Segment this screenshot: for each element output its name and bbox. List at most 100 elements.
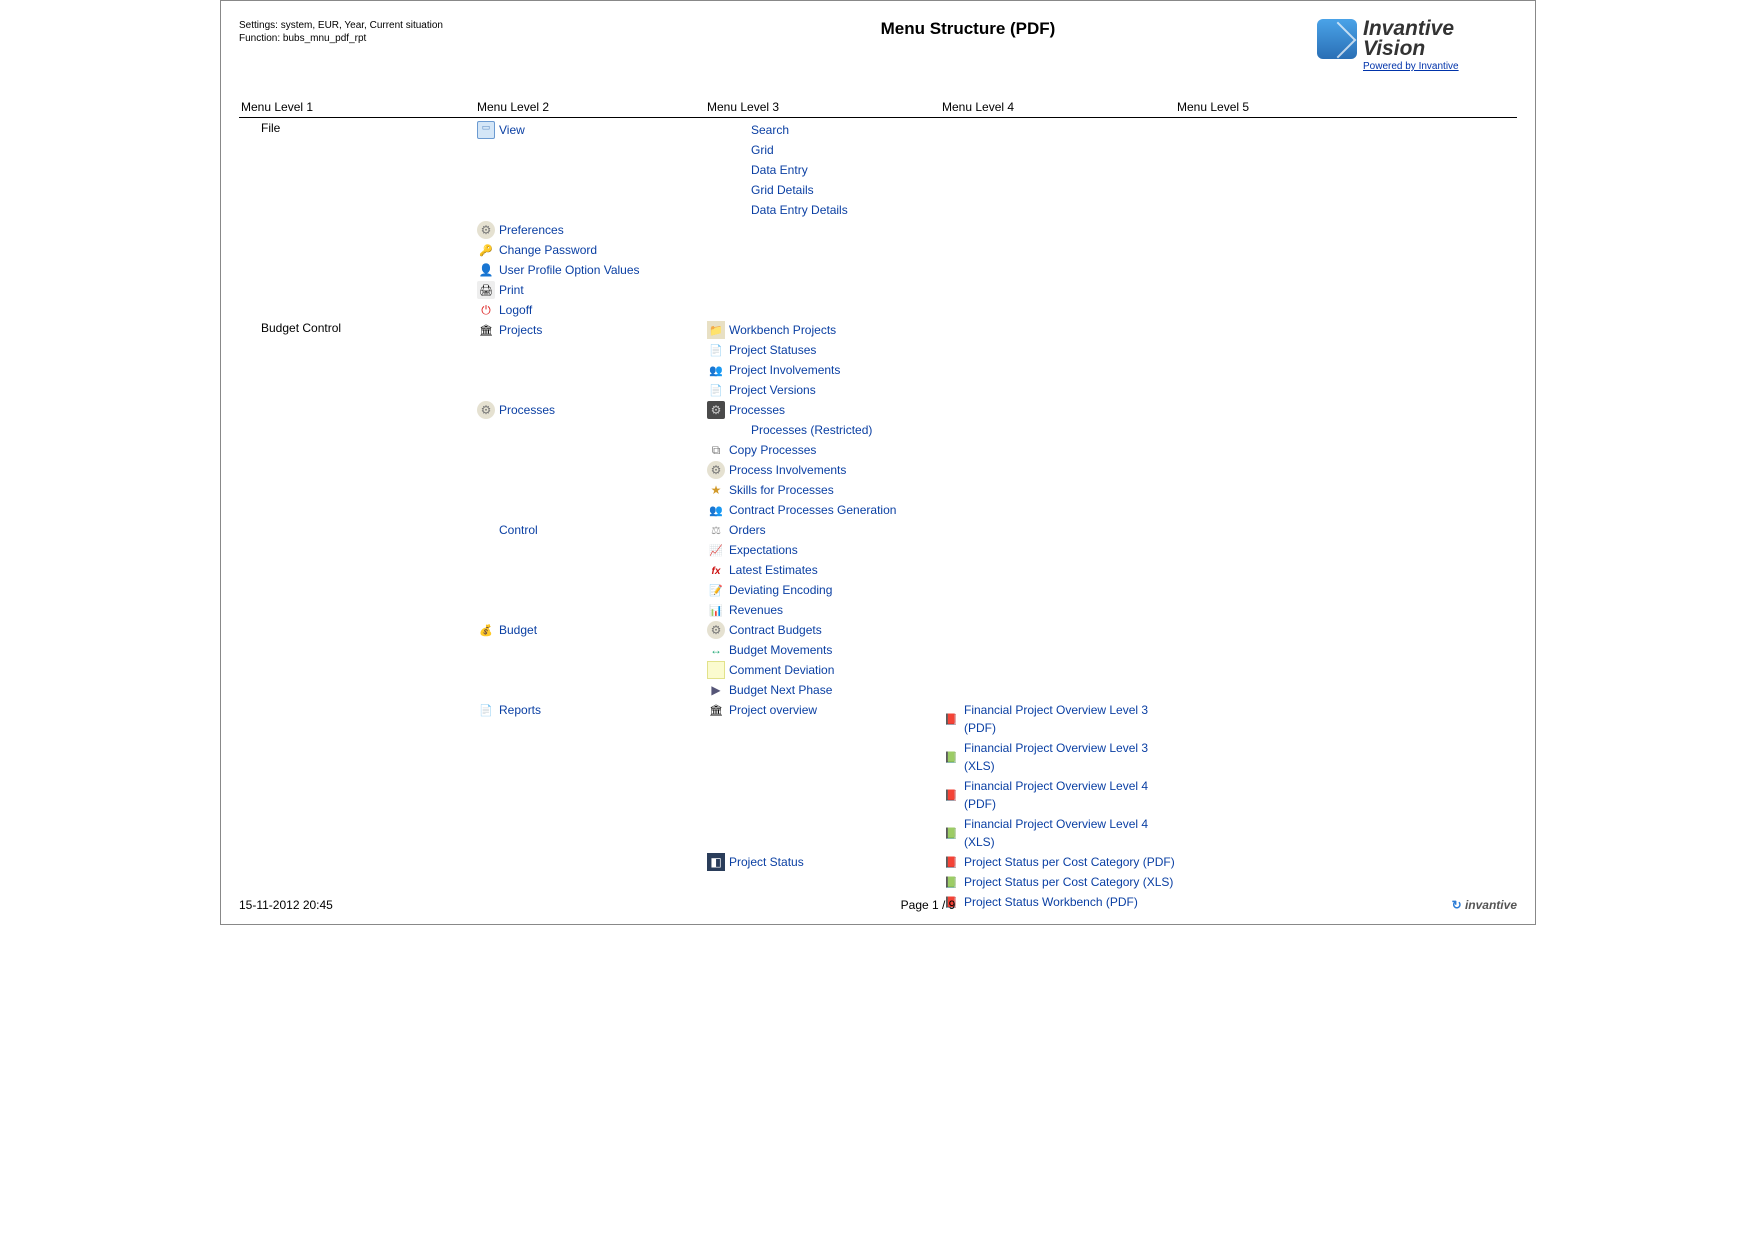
menu-item[interactable]: Grid xyxy=(707,141,942,159)
menu-item[interactable]: Project Status xyxy=(707,853,942,871)
footer-timestamp: 15-11-2012 20:45 xyxy=(239,898,539,912)
menu-item[interactable]: Control xyxy=(477,521,707,539)
function-line: Function: bubs_mnu_pdf_rpt xyxy=(239,32,619,45)
menu-item[interactable]: Financial Project Overview Level 3 (PDF) xyxy=(942,701,1177,737)
menu-label: Financial Project Overview Level 3 (XLS) xyxy=(964,739,1177,775)
menu-item[interactable]: Processes (Restricted) xyxy=(707,421,942,439)
menu-item[interactable]: Change Password xyxy=(477,241,707,259)
menu-item[interactable]: Orders xyxy=(707,521,942,539)
menu-item[interactable]: Workbench Projects xyxy=(707,321,942,339)
menu-item[interactable]: Data Entry xyxy=(707,161,942,179)
menu-item[interactable]: Project Versions xyxy=(707,381,942,399)
menu-item[interactable]: Logoff xyxy=(477,301,707,319)
pdf-icon xyxy=(942,786,960,804)
menu-item[interactable]: Projects xyxy=(477,321,707,339)
menu-label: Budget Movements xyxy=(729,641,832,659)
folder-icon xyxy=(707,321,725,339)
menu-item[interactable]: Project Status per Cost Category (XLS) xyxy=(942,873,1177,891)
menu-item[interactable]: Project Involvements xyxy=(707,361,942,379)
menu-label: Control xyxy=(499,521,538,539)
menu-item[interactable]: Grid Details xyxy=(707,181,942,199)
page-title: Menu Structure (PDF) xyxy=(619,19,1317,39)
logoff-icon xyxy=(477,301,495,319)
menu-label: Processes xyxy=(499,401,555,419)
comment-icon xyxy=(707,661,725,679)
menu-item[interactable]: View xyxy=(477,121,707,139)
menu-item[interactable]: Search xyxy=(707,121,942,139)
menu-item[interactable]: Project overview xyxy=(707,701,942,719)
menu-item[interactable]: Project Status per Cost Category (PDF) xyxy=(942,853,1177,871)
menu-label: Project Status per Cost Category (PDF) xyxy=(964,853,1175,871)
gear-icon xyxy=(707,621,725,639)
gear-icon xyxy=(707,461,725,479)
logo-text-2: Vision xyxy=(1363,39,1459,59)
menu-item[interactable]: Preferences xyxy=(477,221,707,239)
menu-label: Processes (Restricted) xyxy=(751,421,872,439)
logo-block: Invantive Vision Powered by Invantive xyxy=(1317,19,1517,72)
powered-by-link[interactable]: Powered by Invantive xyxy=(1363,61,1459,72)
menu-item[interactable]: Process Involvements xyxy=(707,461,942,479)
menu-item[interactable]: Budget Movements xyxy=(707,641,942,659)
menu-item[interactable]: User Profile Option Values xyxy=(477,261,707,279)
menu-item[interactable]: Comment Deviation xyxy=(707,661,942,679)
menu-item[interactable]: Financial Project Overview Level 4 (XLS) xyxy=(942,815,1177,851)
menu-item[interactable]: Contract Processes Generation xyxy=(707,501,942,519)
level1-label: Budget Control xyxy=(241,321,341,335)
fx-icon xyxy=(707,561,725,579)
column-headers: Menu Level 1 Menu Level 2 Menu Level 3 M… xyxy=(239,100,1517,118)
over-icon xyxy=(707,701,725,719)
logo-icon xyxy=(1317,19,1357,59)
menu-label: Project Versions xyxy=(729,381,816,399)
menu-label: Project Statuses xyxy=(729,341,816,359)
col-header-2: Menu Level 2 xyxy=(477,100,707,114)
menu-label: Process Involvements xyxy=(729,461,846,479)
menu-item[interactable]: Copy Processes xyxy=(707,441,942,459)
col-header-5: Menu Level 5 xyxy=(1177,100,1412,114)
menu-label: Grid Details xyxy=(751,181,814,199)
menu-item[interactable]: Reports xyxy=(477,701,707,719)
menu-item[interactable]: Budget Next Phase xyxy=(707,681,942,699)
menu-item[interactable]: Budget xyxy=(477,621,707,639)
menu-item[interactable]: Print xyxy=(477,281,707,299)
menu-label: Project overview xyxy=(729,701,817,719)
col-header-1: Menu Level 1 xyxy=(239,100,477,114)
menu-label: Reports xyxy=(499,701,541,719)
people-icon xyxy=(707,361,725,379)
menu-item[interactable]: Financial Project Overview Level 4 (PDF) xyxy=(942,777,1177,813)
menu-item[interactable]: Processes xyxy=(477,401,707,419)
menu-item[interactable]: Skills for Processes xyxy=(707,481,942,499)
move-icon xyxy=(707,641,725,659)
xls-icon xyxy=(942,824,960,842)
menu-label: Project Status xyxy=(729,853,804,871)
menu-label: Comment Deviation xyxy=(729,661,834,679)
menu-label: Grid xyxy=(751,141,774,159)
menu-label: Contract Budgets xyxy=(729,621,822,639)
pdf-icon xyxy=(942,710,960,728)
menu-label: Data Entry xyxy=(751,161,808,179)
menu-item[interactable]: Revenues xyxy=(707,601,942,619)
menu-label: Preferences xyxy=(499,221,564,239)
menu-item[interactable]: Latest Estimates xyxy=(707,561,942,579)
menu-item[interactable]: Processes xyxy=(707,401,942,419)
menu-item[interactable]: Data Entry Details xyxy=(707,201,942,219)
menu-label: Expectations xyxy=(729,541,798,559)
menu-label: Deviating Encoding xyxy=(729,581,832,599)
menu-item[interactable]: Expectations xyxy=(707,541,942,559)
report-icon xyxy=(477,701,495,719)
level1-label: File xyxy=(241,121,280,135)
menu-label: Data Entry Details xyxy=(751,201,848,219)
pdf-icon xyxy=(942,853,960,871)
menu-item[interactable]: Project Statuses xyxy=(707,341,942,359)
menu-label: Change Password xyxy=(499,241,597,259)
people-icon xyxy=(707,501,725,519)
settings-line: Settings: system, EUR, Year, Current sit… xyxy=(239,19,619,32)
menu-item[interactable]: Contract Budgets xyxy=(707,621,942,639)
note-icon xyxy=(707,581,725,599)
menu-label: Copy Processes xyxy=(729,441,816,459)
menu-label: Latest Estimates xyxy=(729,561,818,579)
rev-icon xyxy=(707,601,725,619)
menu-item[interactable]: Deviating Encoding xyxy=(707,581,942,599)
footer-page: Page 1 / 9 xyxy=(539,898,1317,912)
copy-icon xyxy=(707,441,725,459)
menu-item[interactable]: Financial Project Overview Level 3 (XLS) xyxy=(942,739,1177,775)
